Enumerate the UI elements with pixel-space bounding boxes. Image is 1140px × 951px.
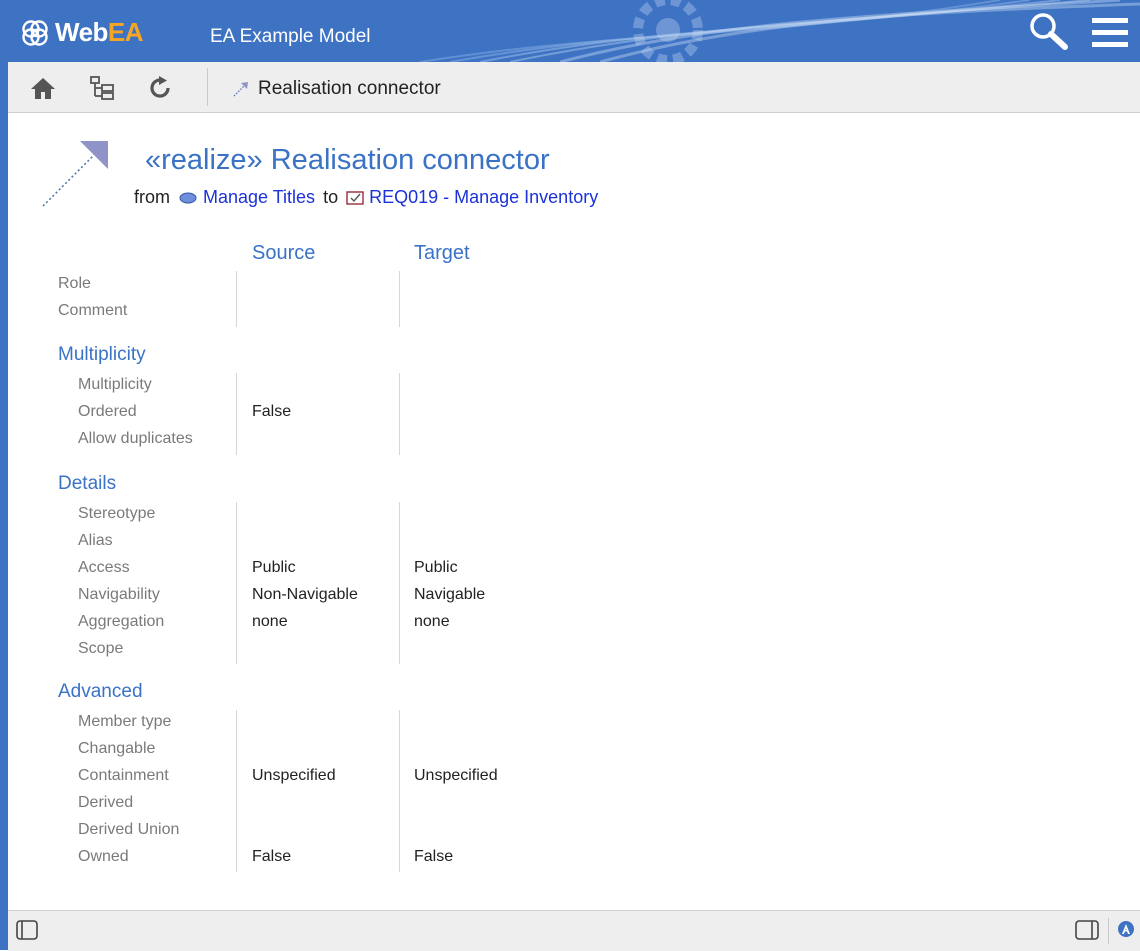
source-value: False xyxy=(252,403,292,420)
from-label: from xyxy=(134,187,170,207)
section-heading-multiplicity: Multiplicity xyxy=(58,344,146,365)
logo-prefix: Web xyxy=(55,17,108,47)
realisation-connector-large-icon xyxy=(42,141,108,207)
hamburger-menu-icon xyxy=(1092,18,1128,47)
webea-logo[interactable]: WebEA xyxy=(21,17,144,48)
requirement-icon xyxy=(346,190,364,205)
navigation-toolbar: Realisation connector xyxy=(8,62,1140,113)
window-frame-left xyxy=(0,62,8,950)
column-divider xyxy=(399,502,400,664)
column-divider xyxy=(236,502,237,664)
webea-logo-icon xyxy=(22,19,48,46)
property-label: Allow duplicates xyxy=(78,430,193,447)
search-icon xyxy=(1030,13,1068,50)
property-label: Containment xyxy=(78,767,169,784)
target-value: Navigable xyxy=(414,586,486,603)
property-label: Scope xyxy=(78,640,124,657)
target-column-header: Target xyxy=(414,242,470,264)
property-label: Access xyxy=(78,559,130,576)
model-title: EA Example Model xyxy=(210,26,371,47)
property-label: Aggregation xyxy=(78,613,165,630)
left-panel-toggle-icon xyxy=(16,920,38,940)
column-divider xyxy=(236,373,237,455)
target-value: none xyxy=(414,613,450,630)
connector-title: «realize» Realisation connector xyxy=(145,144,550,176)
section-heading-details: Details xyxy=(58,473,117,494)
property-label: Alias xyxy=(78,532,113,549)
source-value: none xyxy=(252,613,288,630)
statusbar-separator xyxy=(1108,918,1109,944)
target-element-link[interactable]: REQ019 - Manage Inventory xyxy=(369,187,598,208)
target-value: Public xyxy=(414,559,458,576)
right-panel-toggle-icon xyxy=(1075,920,1099,940)
source-value: False xyxy=(252,848,292,865)
connector-properties-panel: «realize» Realisation connector from Man… xyxy=(8,113,1140,910)
target-value: Unspecified xyxy=(414,767,498,784)
home-icon xyxy=(31,78,55,99)
source-value: Public xyxy=(252,559,296,576)
property-label: Navigability xyxy=(78,586,160,603)
main-menu-button[interactable] xyxy=(1090,14,1130,52)
realisation-connector-icon xyxy=(233,82,248,97)
home-button[interactable] xyxy=(28,73,58,103)
target-value: False xyxy=(414,848,454,865)
property-label: Multiplicity xyxy=(78,376,152,393)
breadcrumb-label: Realisation connector xyxy=(258,78,441,99)
user-avatar-button[interactable] xyxy=(1117,920,1135,943)
source-element-link[interactable]: Manage Titles xyxy=(203,187,315,208)
property-label: Owned xyxy=(78,848,129,865)
toolbar-separator xyxy=(207,68,208,106)
property-label: Derived xyxy=(78,794,134,811)
source-value: Unspecified xyxy=(252,767,336,784)
search-button[interactable] xyxy=(1027,10,1071,54)
use-case-icon xyxy=(179,192,197,203)
user-avatar-icon xyxy=(1118,921,1134,937)
breadcrumb: Realisation connector xyxy=(232,78,441,100)
left-panel-toggle-button[interactable] xyxy=(16,920,38,945)
property-label: Member type xyxy=(78,713,172,730)
property-label: Comment xyxy=(58,302,128,319)
source-value: Non-Navigable xyxy=(252,586,358,603)
section-heading-advanced: Advanced xyxy=(58,681,143,702)
property-label: Ordered xyxy=(78,403,137,420)
column-divider xyxy=(399,710,400,872)
to-label: to xyxy=(323,187,339,207)
property-label: Changable xyxy=(78,740,156,757)
property-label: Derived Union xyxy=(78,821,180,838)
status-bar xyxy=(8,910,1140,951)
app-header: WebEA EA Example Model xyxy=(0,0,1140,62)
column-divider xyxy=(236,710,237,872)
property-label: Role xyxy=(58,275,91,292)
browser-tree-icon xyxy=(90,76,114,100)
source-column-header: Source xyxy=(252,242,316,264)
logo-wordmark: WebEA xyxy=(55,17,144,48)
refresh-button[interactable] xyxy=(145,73,175,103)
column-divider xyxy=(236,271,237,327)
right-panel-toggle-button[interactable] xyxy=(1075,920,1099,945)
column-divider xyxy=(399,373,400,455)
header-swoosh-decoration xyxy=(419,0,1140,62)
browser-tree-button[interactable] xyxy=(87,73,117,103)
column-divider xyxy=(399,271,400,327)
refresh-icon xyxy=(150,76,170,98)
property-label: Stereotype xyxy=(78,505,156,522)
connector-endpoints: from Manage Titles to REQ019 - Manage In… xyxy=(134,187,598,208)
logo-suffix: EA xyxy=(107,17,144,47)
